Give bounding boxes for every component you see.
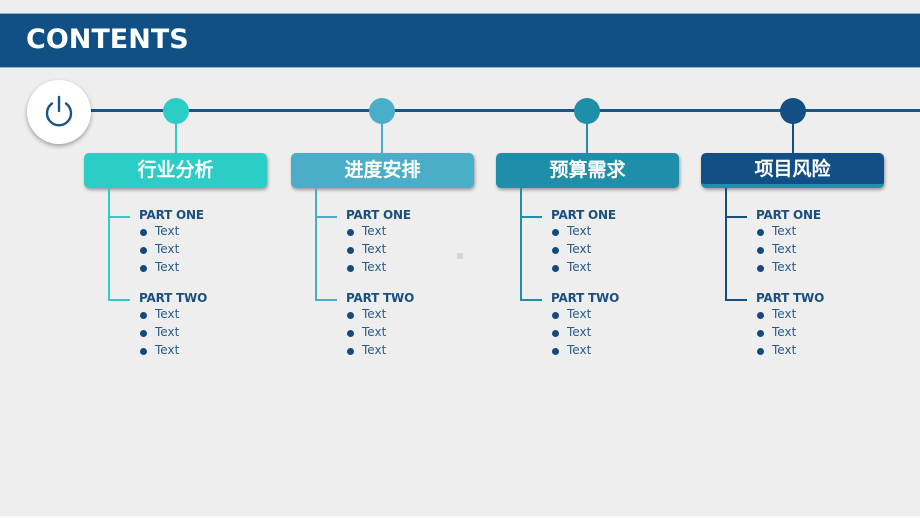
part-label: PART TWO [551, 291, 620, 305]
list-item: Text [155, 260, 180, 274]
part-label: PART ONE [756, 208, 821, 222]
list-item: Text [155, 325, 180, 339]
list-item: Text [155, 307, 180, 321]
tree-branch [520, 216, 542, 218]
list-item: Text [362, 343, 387, 357]
section-tree-line [315, 188, 317, 301]
bullet-icon [757, 247, 764, 254]
part-label: PART TWO [756, 291, 825, 305]
bullet-icon [552, 312, 559, 319]
bullet-icon [347, 312, 354, 319]
list-item: Text [155, 343, 180, 357]
list-item: Text [567, 260, 592, 274]
part-label: PART ONE [346, 208, 411, 222]
node-connector [175, 120, 177, 154]
list-item: Text [362, 242, 387, 256]
part-label: PART TWO [346, 291, 415, 305]
list-item: Text [567, 224, 592, 238]
part-label: PART ONE [139, 208, 204, 222]
section-title-box[interactable]: 预算需求 [496, 153, 679, 188]
list-item: Text [155, 242, 180, 256]
tree-branch [520, 299, 542, 301]
section-title-box[interactable]: 进度安排 [291, 153, 474, 188]
tree-branch [108, 299, 130, 301]
bullet-icon [552, 229, 559, 236]
bullet-icon [140, 330, 147, 337]
bullet-icon [347, 247, 354, 254]
list-item: Text [772, 307, 797, 321]
section-tree-line [725, 188, 727, 301]
tree-branch [108, 216, 130, 218]
tree-branch [725, 216, 747, 218]
list-item: Text [362, 307, 387, 321]
list-item: Text [567, 325, 592, 339]
page-title: CONTENTS [26, 24, 189, 55]
list-item: Text [362, 325, 387, 339]
bullet-icon [757, 348, 764, 355]
bullet-icon [347, 348, 354, 355]
tree-branch [315, 299, 337, 301]
bullet-icon [757, 312, 764, 319]
bullet-icon [552, 330, 559, 337]
power-icon [45, 95, 73, 127]
part-label: PART ONE [551, 208, 616, 222]
list-item: Text [362, 260, 387, 274]
node-connector [586, 120, 588, 154]
list-item: Text [567, 307, 592, 321]
list-item: Text [772, 343, 797, 357]
bullet-icon [757, 265, 764, 272]
section-tree-line [108, 188, 110, 301]
bullet-icon [347, 330, 354, 337]
list-item: Text [772, 224, 797, 238]
list-item: Text [772, 325, 797, 339]
part-label: PART TWO [139, 291, 208, 305]
bullet-icon [552, 348, 559, 355]
bullet-icon [140, 348, 147, 355]
bullet-icon [347, 265, 354, 272]
list-item: Text [155, 224, 180, 238]
bullet-icon [140, 265, 147, 272]
bullet-icon [757, 330, 764, 337]
bullet-icon [552, 247, 559, 254]
list-item: Text [772, 242, 797, 256]
section-title-box[interactable]: 项目风险 [701, 153, 884, 188]
tree-branch [315, 216, 337, 218]
node-connector [381, 120, 383, 154]
bullet-icon [757, 229, 764, 236]
node-connector [792, 120, 794, 154]
list-item: Text [772, 260, 797, 274]
bullet-icon [140, 247, 147, 254]
bullet-icon [552, 265, 559, 272]
tree-branch [725, 299, 747, 301]
power-button[interactable] [27, 80, 91, 144]
header-bar: CONTENTS [0, 13, 920, 68]
bullet-icon [347, 229, 354, 236]
list-item: Text [362, 224, 387, 238]
list-item: Text [567, 343, 592, 357]
section-tree-line [520, 188, 522, 301]
bullet-icon [140, 312, 147, 319]
placeholder-marker [457, 253, 463, 259]
section-title-box[interactable]: 行业分析 [84, 153, 267, 188]
bullet-icon [140, 229, 147, 236]
list-item: Text [567, 242, 592, 256]
